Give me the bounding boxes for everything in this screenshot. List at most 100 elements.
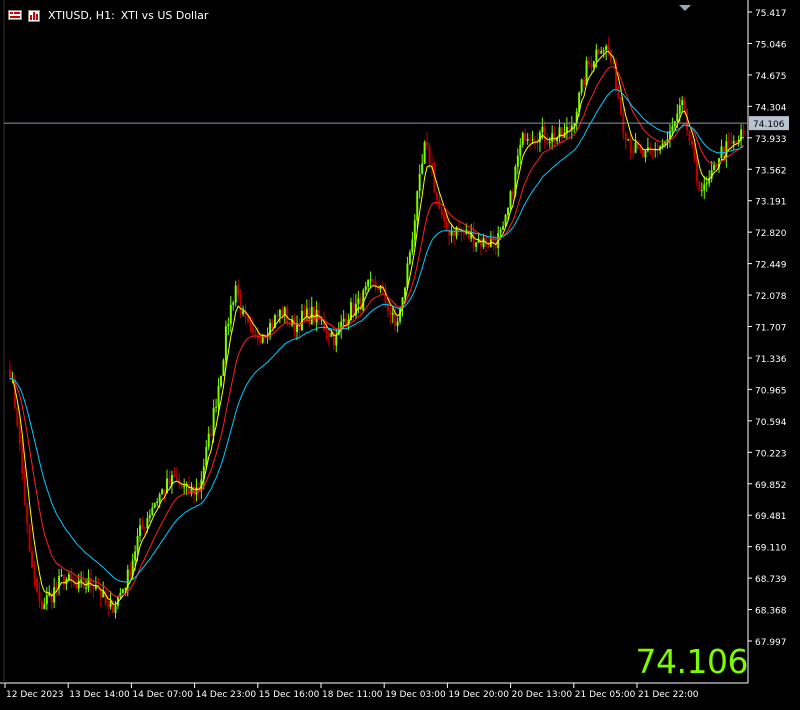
candle-body — [303, 310, 306, 316]
candle-body — [605, 46, 608, 51]
candle-body — [472, 232, 475, 247]
candle-body — [237, 285, 240, 295]
candle-body — [519, 144, 522, 156]
candle-body — [627, 139, 630, 141]
candle-body — [136, 535, 139, 552]
chart-shift-marker[interactable] — [679, 5, 691, 11]
candle-body — [681, 100, 684, 106]
candle-body — [75, 584, 78, 589]
candle-body — [330, 332, 333, 337]
candle-body — [151, 507, 154, 515]
candle-body — [153, 503, 156, 508]
candle-body — [443, 214, 446, 222]
price-tick-label: 70.223 — [755, 449, 787, 459]
candle-body — [92, 586, 95, 589]
candle-body — [173, 475, 176, 478]
chart-symbol: XTIUSD, H1: — [48, 8, 115, 22]
candle-body — [543, 126, 546, 143]
price-tick-label: 73.562 — [755, 166, 787, 176]
candle-body — [592, 61, 595, 68]
price-tick-label: 69.110 — [755, 544, 787, 554]
candle-body — [114, 605, 117, 613]
candle-body — [732, 140, 735, 144]
price-chart[interactable]: 75.417 75.046 74.675 74.304 73.933 73.562 73.1… — [0, 0, 800, 706]
price-tick-label: 75.417 — [755, 9, 787, 19]
candle-body — [161, 489, 164, 495]
candle-body — [352, 302, 355, 316]
candle-body — [293, 319, 296, 333]
price-tick-label: 70.965 — [755, 386, 787, 396]
candle-body — [313, 306, 316, 323]
time-tick-label: 21 Dec 05:00 — [575, 690, 636, 700]
candle-body — [249, 321, 252, 328]
candle-body — [246, 316, 249, 322]
candle-body — [139, 525, 142, 536]
candle-body — [487, 246, 490, 248]
price-tick-label: 71.336 — [755, 355, 787, 365]
candle-body — [168, 478, 171, 485]
time-tick-label: 15 Dec 16:00 — [259, 690, 320, 700]
price-tick-label: 72.078 — [755, 292, 787, 302]
price-tick-label: 72.820 — [755, 229, 787, 239]
candle-body — [735, 140, 738, 142]
candle-body — [580, 79, 583, 93]
candle-body — [526, 138, 529, 141]
candle-body — [121, 589, 124, 593]
candle-body — [703, 184, 706, 191]
candle-body — [369, 279, 372, 281]
candle-body — [242, 310, 245, 315]
candle-body — [43, 604, 46, 610]
candle-body — [134, 551, 137, 561]
candle-body — [227, 323, 230, 327]
candle-body — [141, 525, 144, 528]
time-tick-label: 14 Dec 23:00 — [196, 690, 257, 700]
candle-body — [408, 252, 411, 264]
candle-body — [391, 312, 394, 315]
candle-body — [45, 595, 48, 605]
candle-body — [534, 139, 537, 141]
candle-body — [421, 163, 424, 174]
candle-body — [28, 524, 31, 552]
candle-body — [18, 425, 21, 444]
candle-body — [583, 79, 586, 85]
candle-body — [428, 145, 431, 164]
candle-body — [67, 574, 70, 580]
price-tick-label: 71.707 — [755, 324, 787, 334]
candle-body — [357, 298, 360, 304]
price-tick-label: 68.368 — [755, 607, 787, 617]
candle-body — [175, 477, 178, 480]
candle-body — [364, 286, 367, 291]
candle-body — [180, 484, 183, 488]
candle-body — [641, 149, 644, 158]
candle-body — [695, 157, 698, 182]
candle-body — [224, 326, 227, 361]
candle-body — [53, 587, 56, 603]
candle-body — [418, 173, 421, 191]
candle-body — [215, 407, 218, 409]
price-tick-label: 73.933 — [755, 135, 787, 145]
candle-body — [440, 208, 443, 215]
candle-body — [698, 181, 701, 191]
candle-body — [529, 138, 532, 140]
chart-canvas[interactable]: 75.417 75.046 74.675 74.304 73.933 73.562 73.1… — [0, 0, 800, 706]
candle-body — [89, 577, 92, 587]
candle-body — [619, 97, 622, 113]
price-tick-label: 67.997 — [755, 638, 787, 648]
candle-body — [146, 518, 149, 529]
candle-body — [546, 142, 549, 144]
candle-body — [416, 190, 419, 221]
candle-body — [438, 199, 441, 209]
candle-body — [158, 494, 161, 502]
candle-body — [396, 321, 399, 326]
candle-body — [700, 190, 703, 192]
candle-body — [119, 592, 122, 598]
candle-body — [568, 127, 571, 130]
candle-body — [16, 407, 19, 426]
indicators-icon[interactable] — [28, 10, 42, 22]
candle-body — [320, 319, 323, 321]
candle-body — [327, 333, 330, 337]
chart-window-icon[interactable] — [8, 10, 22, 20]
candle-body — [502, 226, 505, 230]
candle-body — [271, 322, 274, 328]
candle-body — [229, 304, 232, 324]
